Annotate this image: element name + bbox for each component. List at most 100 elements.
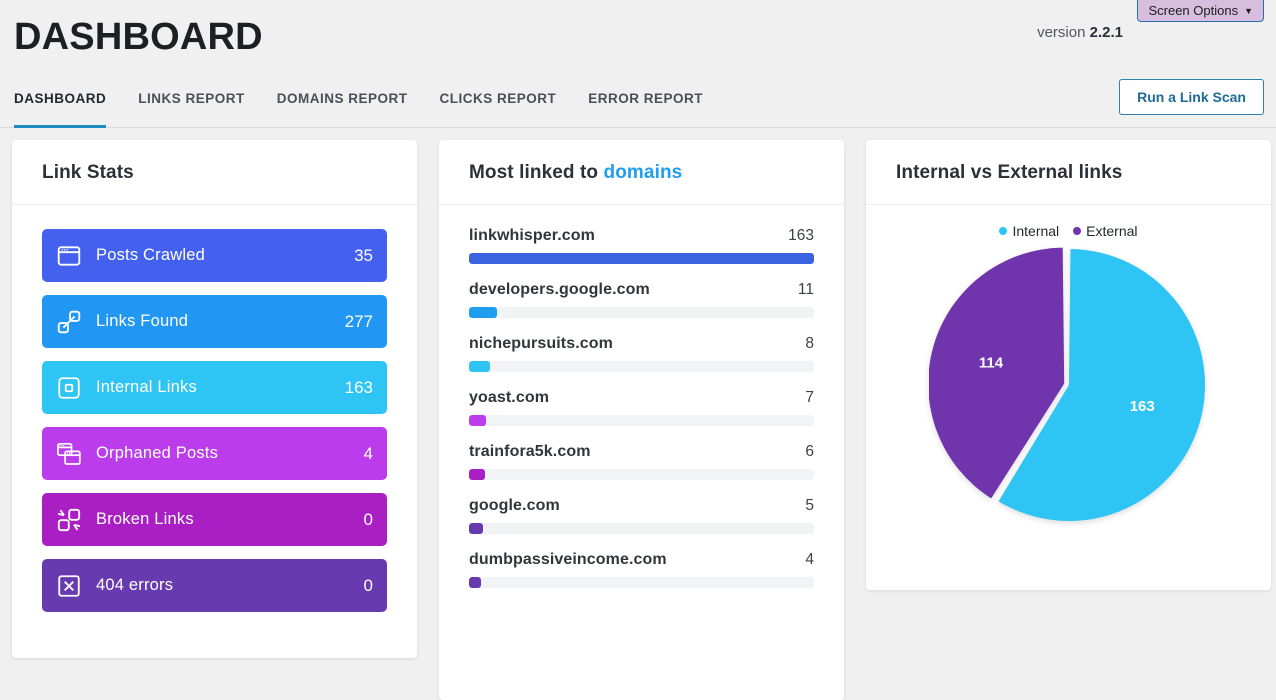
tab-domains-report[interactable]: DOMAINS REPORT: [277, 84, 408, 127]
domain-list-item[interactable]: developers.google.com 11: [469, 281, 814, 318]
domain-row-header: trainfora5k.com 6: [469, 443, 814, 461]
domain-row-header: nichepursuits.com 8: [469, 335, 814, 353]
domain-count: 6: [805, 443, 814, 461]
stat-row-broken-links[interactable]: Broken Links0: [42, 493, 387, 546]
stat-row-links-found[interactable]: Links Found277: [42, 295, 387, 348]
link-diagonal-icon: [42, 309, 96, 335]
domain-list-item[interactable]: trainfora5k.com 6: [469, 443, 814, 480]
browser-window-icon: [42, 243, 96, 269]
domain-progress-fill: [469, 469, 485, 480]
stat-row-orphaned-posts[interactable]: Orphaned Posts4: [42, 427, 387, 480]
domain-progress-fill: [469, 577, 481, 588]
stat-label: Posts Crawled: [96, 246, 354, 265]
version-info: version 2.2.1: [1037, 24, 1123, 41]
domain-count: 5: [805, 497, 814, 515]
pie-chart: 163 114: [876, 245, 1261, 525]
domain-row-header: developers.google.com 11: [469, 281, 814, 299]
pie-legend: Internal External: [876, 223, 1261, 239]
domain-row-header: google.com 5: [469, 497, 814, 515]
stat-label: Internal Links: [96, 378, 345, 397]
domain-progress-fill: [469, 415, 486, 426]
pie-body: Internal External 163 114: [866, 205, 1271, 525]
domain-progress-fill: [469, 253, 814, 264]
stat-value: 0: [364, 576, 373, 596]
legend-item-internal[interactable]: Internal: [999, 223, 1059, 239]
chevron-down-icon: ▼: [1244, 1, 1253, 21]
domain-list-item[interactable]: nichepursuits.com 8: [469, 335, 814, 372]
domain-count: 163: [788, 227, 814, 245]
stat-label: Links Found: [96, 312, 345, 331]
link-stats-card: Link Stats Posts Crawled35 Links Found277…: [12, 140, 417, 658]
pie-header: Internal vs External links: [866, 140, 1271, 205]
screen-options-button[interactable]: Screen Options ▼: [1137, 0, 1264, 22]
domain-name: linkwhisper.com: [469, 227, 595, 245]
domain-name: google.com: [469, 497, 560, 515]
legend-label: Internal: [1012, 223, 1059, 239]
square-inner-icon: [42, 375, 96, 401]
legend-dot-icon: [999, 227, 1007, 235]
legend-label: External: [1086, 223, 1137, 239]
domain-list-item[interactable]: linkwhisper.com 163: [469, 227, 814, 264]
nav-bar: DASHBOARD LINKS REPORT DOMAINS REPORT CL…: [0, 84, 1276, 128]
pie-slice-label: 163: [1129, 398, 1154, 415]
domain-row-header: dumbpassiveincome.com 4: [469, 551, 814, 569]
domains-title: Most linked to domains: [469, 162, 814, 184]
stat-value: 163: [345, 378, 373, 398]
domains-title-accent[interactable]: domains: [604, 162, 683, 183]
version-number: 2.2.1: [1090, 24, 1123, 41]
legend-item-external[interactable]: External: [1073, 223, 1137, 239]
stat-label: Broken Links: [96, 510, 364, 529]
stat-value: 4: [364, 444, 373, 464]
domain-progress-fill: [469, 307, 497, 318]
domain-list-item[interactable]: dumbpassiveincome.com 4: [469, 551, 814, 588]
domain-list-item[interactable]: google.com 5: [469, 497, 814, 534]
link-stats-header: Link Stats: [12, 140, 417, 205]
domains-list: linkwhisper.com 163 developers.google.com 1…: [439, 205, 844, 588]
domain-name: trainfora5k.com: [469, 443, 591, 461]
domains-title-prefix: Most linked to: [469, 162, 604, 183]
tab-error-report[interactable]: ERROR REPORT: [588, 84, 703, 127]
legend-dot-icon: [1073, 227, 1081, 235]
pie-slice-label: 114: [978, 355, 1003, 372]
domain-count: 11: [798, 281, 814, 299]
domain-progress-bar: [469, 361, 814, 372]
domain-progress-fill: [469, 361, 490, 372]
stat-value: 35: [354, 246, 373, 266]
tab-dashboard[interactable]: DASHBOARD: [14, 84, 106, 127]
dashboard-cards: Link Stats Posts Crawled35 Links Found277…: [0, 140, 1276, 662]
domain-name: nichepursuits.com: [469, 335, 613, 353]
domain-progress-bar: [469, 577, 814, 588]
page-title: DASHBOARD: [14, 12, 263, 62]
domain-name: dumbpassiveincome.com: [469, 551, 667, 569]
stat-row-404-errors[interactable]: 404 errors0: [42, 559, 387, 612]
version-label: version: [1037, 24, 1085, 41]
stat-row-internal-links[interactable]: Internal Links163: [42, 361, 387, 414]
pie-title: Internal vs External links: [896, 162, 1241, 184]
domain-row-header: yoast.com 7: [469, 389, 814, 407]
screen-options-label: Screen Options: [1148, 1, 1238, 21]
domain-progress-fill: [469, 523, 483, 534]
domain-name: yoast.com: [469, 389, 549, 407]
x-square-icon: [42, 573, 96, 599]
domain-progress-bar: [469, 253, 814, 264]
stat-label: Orphaned Posts: [96, 444, 364, 463]
domain-row-header: linkwhisper.com 163: [469, 227, 814, 245]
run-link-scan-button[interactable]: Run a Link Scan: [1119, 79, 1264, 115]
stat-value: 0: [364, 510, 373, 530]
domain-progress-bar: [469, 307, 814, 318]
domain-count: 4: [805, 551, 814, 569]
stat-row-posts-crawled[interactable]: Posts Crawled35: [42, 229, 387, 282]
domain-list-item[interactable]: yoast.com 7: [469, 389, 814, 426]
tab-clicks-report[interactable]: CLICKS REPORT: [440, 84, 557, 127]
domain-name: developers.google.com: [469, 281, 650, 299]
domain-count: 8: [805, 335, 814, 353]
tab-links-report[interactable]: LINKS REPORT: [138, 84, 245, 127]
domains-header: Most linked to domains: [439, 140, 844, 205]
stat-value: 277: [345, 312, 373, 332]
two-windows-icon: [42, 441, 96, 467]
link-stats-list: Posts Crawled35 Links Found277 Internal Li…: [12, 205, 417, 612]
domain-count: 7: [805, 389, 814, 407]
domain-progress-bar: [469, 415, 814, 426]
internal-external-card: Internal vs External links Internal Exter…: [866, 140, 1271, 590]
broken-link-icon: [42, 507, 96, 533]
